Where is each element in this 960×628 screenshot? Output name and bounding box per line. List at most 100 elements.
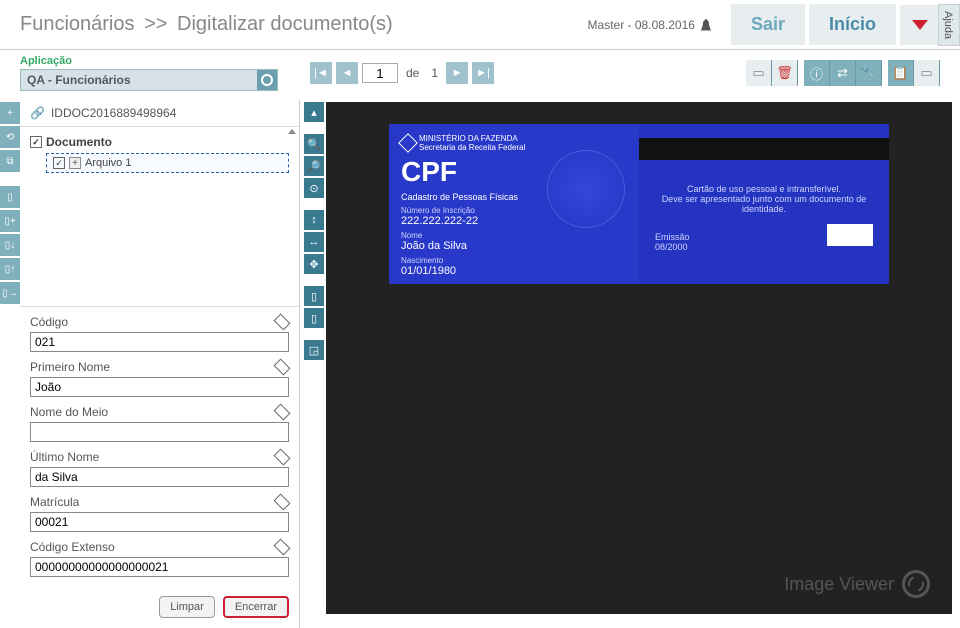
scroll-up-icon bbox=[288, 129, 296, 134]
form-field: Código bbox=[30, 315, 289, 352]
cpf-birth: 01/01/1980 bbox=[401, 265, 627, 277]
settings-button[interactable]: 🔧 bbox=[856, 60, 882, 86]
rail-copy-button[interactable]: ⧉ bbox=[0, 150, 20, 172]
info-button[interactable]: ⓘ bbox=[804, 60, 830, 86]
tree-scroll-indicator bbox=[287, 129, 297, 134]
pager-prev-button[interactable]: ◄ bbox=[336, 62, 358, 84]
user-icon bbox=[701, 19, 711, 31]
tree-root-label: Documento bbox=[46, 135, 112, 149]
field-label: Nome do Meio bbox=[30, 405, 108, 419]
zoom-in-button[interactable]: 🔍 bbox=[304, 134, 324, 154]
field-input[interactable] bbox=[30, 332, 289, 352]
cpf-card-back: Cartão de uso pessoal e intransferível. … bbox=[639, 124, 889, 284]
copy-button[interactable]: ▭ bbox=[746, 60, 772, 86]
rail-add-button[interactable]: + bbox=[0, 102, 20, 124]
tree-root[interactable]: Documento bbox=[30, 135, 289, 149]
chevron-down-icon bbox=[912, 20, 928, 30]
field-clear-icon[interactable] bbox=[274, 359, 291, 376]
field-clear-icon[interactable] bbox=[274, 494, 291, 511]
document-image: MINISTÉRIO DA FAZENDA Secretaria da Rece… bbox=[389, 124, 889, 284]
pager-last-button[interactable]: ►| bbox=[472, 62, 494, 84]
search-icon[interactable] bbox=[257, 70, 277, 90]
close-button[interactable]: Encerrar bbox=[223, 596, 289, 618]
page-view1-button[interactable]: ▯ bbox=[304, 286, 324, 306]
ministry-logo: MINISTÉRIO DA FAZENDA Secretaria da Rece… bbox=[401, 134, 627, 152]
cpf-birth-label: Nascimento bbox=[401, 256, 627, 265]
tree-child-label: Arquivo 1 bbox=[85, 157, 131, 169]
back-line2: Deve ser apresentado junto com um docume… bbox=[639, 194, 889, 214]
extra-button[interactable]: ▭ bbox=[914, 60, 940, 86]
field-input[interactable] bbox=[30, 467, 289, 487]
field-input[interactable] bbox=[30, 512, 289, 532]
exit-button[interactable]: Sair bbox=[731, 4, 805, 45]
breadcrumb-separator: >> bbox=[144, 13, 167, 35]
ministry-logo-icon bbox=[398, 133, 418, 153]
field-input[interactable] bbox=[30, 557, 289, 577]
magnetic-strip bbox=[639, 138, 889, 160]
viewer-watermark: Image Viewer bbox=[784, 570, 930, 598]
ministry-line2: Secretaria da Receita Federal bbox=[419, 143, 525, 152]
fit-vertical-button[interactable]: ↕ bbox=[304, 210, 324, 230]
application-value: QA - Funcionários bbox=[21, 73, 257, 87]
header-dropdown-button[interactable] bbox=[900, 5, 940, 45]
seal-icon bbox=[547, 150, 625, 228]
expand-icon[interactable]: + bbox=[69, 157, 81, 169]
swap-button[interactable]: ⇄ bbox=[830, 60, 856, 86]
field-clear-icon[interactable] bbox=[274, 539, 291, 556]
field-clear-icon[interactable] bbox=[274, 404, 291, 421]
field-label: Matrícula bbox=[30, 495, 79, 509]
back-line1: Cartão de uso pessoal e intransferível. bbox=[639, 184, 889, 194]
left-rail: + ⟲ ⧉ ▯ ▯+ ▯↓ ▯↑ ▯→ bbox=[0, 100, 20, 628]
pager: |◄ ◄ de 1 ► ►| bbox=[310, 62, 494, 84]
pointer-tool-button[interactable]: ▴ bbox=[304, 102, 324, 122]
breadcrumb-root[interactable]: Funcionários bbox=[20, 13, 135, 35]
rail-page-next-button[interactable]: ▯→ bbox=[0, 282, 20, 304]
field-input[interactable] bbox=[30, 422, 289, 442]
field-clear-icon[interactable] bbox=[274, 449, 291, 466]
breadcrumb-current: Digitalizar documento(s) bbox=[177, 13, 393, 35]
image-viewer[interactable]: MINISTÉRIO DA FAZENDA Secretaria da Rece… bbox=[326, 102, 952, 614]
form-buttons: Limpar Encerrar bbox=[20, 590, 299, 628]
field-clear-icon[interactable] bbox=[274, 314, 291, 331]
rail-page-down-button[interactable]: ▯↓ bbox=[0, 234, 20, 256]
delete-button[interactable]: 🗑 bbox=[772, 60, 798, 86]
zoom-out-button[interactable]: 🔎 bbox=[304, 156, 324, 176]
side-panel: 🔗 IDDOC2016889498964 Documento + Arquivo… bbox=[20, 100, 300, 628]
application-select[interactable]: QA - Funcionários bbox=[20, 69, 278, 91]
emissao-label: Emissão bbox=[655, 232, 690, 242]
tree-child[interactable]: + Arquivo 1 bbox=[46, 153, 289, 173]
application-label: Aplicação bbox=[20, 55, 278, 67]
rail-page-button[interactable]: ▯ bbox=[0, 186, 20, 208]
pager-of-label: de bbox=[406, 66, 419, 80]
crop-button[interactable]: ◲ bbox=[304, 340, 324, 360]
field-input[interactable] bbox=[30, 377, 289, 397]
pager-input[interactable] bbox=[362, 63, 398, 83]
rail-page-up-button[interactable]: ▯↑ bbox=[0, 258, 20, 280]
pager-first-button[interactable]: |◄ bbox=[310, 62, 332, 84]
pan-button[interactable]: ✥ bbox=[304, 254, 324, 274]
clear-button[interactable]: Limpar bbox=[159, 596, 215, 618]
page-view2-button[interactable]: ▯ bbox=[304, 308, 324, 328]
tree-child-checkbox[interactable] bbox=[53, 157, 65, 169]
toolbar: Aplicação QA - Funcionários |◄ ◄ de 1 ► … bbox=[0, 50, 960, 100]
pager-next-button[interactable]: ► bbox=[446, 62, 468, 84]
right-tools: ▭ 🗑 ⓘ ⇄ 🔧 📋 ▭ bbox=[746, 60, 940, 86]
watermark-text: Image Viewer bbox=[784, 574, 894, 595]
rail-link-button[interactable]: ⟲ bbox=[0, 126, 20, 148]
tree-root-checkbox[interactable] bbox=[30, 136, 42, 148]
link-icon: 🔗 bbox=[30, 106, 45, 120]
clipboard-button[interactable]: 📋 bbox=[888, 60, 914, 86]
field-label: Primeiro Nome bbox=[30, 360, 110, 374]
help-tab[interactable]: Ajuda bbox=[938, 4, 960, 46]
aperture-icon bbox=[902, 570, 930, 598]
ministry-line1: MINISTÉRIO DA FAZENDA bbox=[419, 134, 525, 143]
fit-horizontal-button[interactable]: ↔ bbox=[304, 232, 324, 252]
main-area: + ⟲ ⧉ ▯ ▯+ ▯↓ ▯↑ ▯→ 🔗 IDDOC2016889498964… bbox=[0, 100, 960, 628]
form-field: Código Extenso bbox=[30, 540, 289, 577]
zoom-reset-button[interactable]: ⊙ bbox=[304, 178, 324, 198]
cpf-card-front: MINISTÉRIO DA FAZENDA Secretaria da Rece… bbox=[389, 124, 639, 284]
doc-id: IDDOC2016889498964 bbox=[51, 106, 176, 120]
pager-total: 1 bbox=[431, 66, 438, 80]
home-button[interactable]: Início bbox=[809, 4, 896, 45]
rail-page-add-button[interactable]: ▯+ bbox=[0, 210, 20, 232]
